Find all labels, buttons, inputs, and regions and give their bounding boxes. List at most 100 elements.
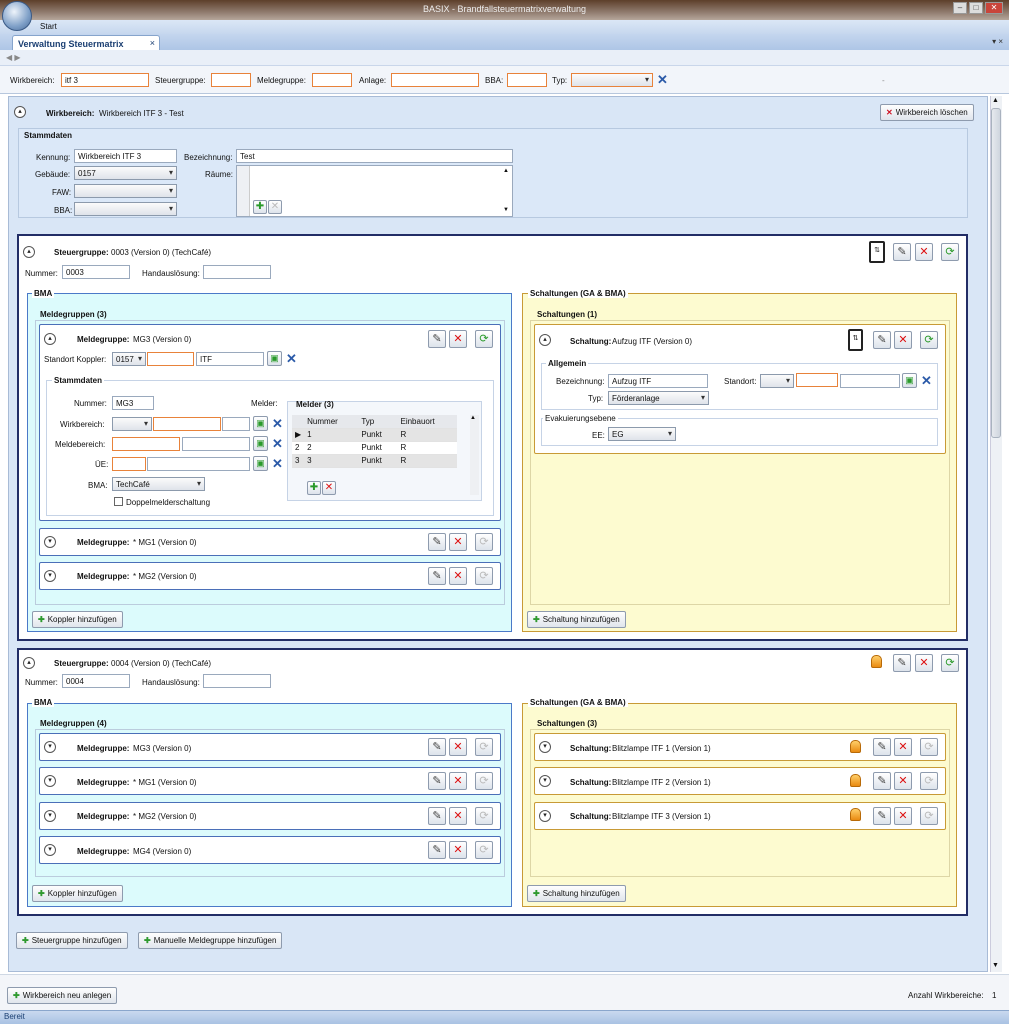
collapse-schaltung-icon[interactable]: ▴ (539, 334, 551, 346)
sg2-schaltung-button[interactable]: ✚ Schaltung hinzufügen (527, 885, 626, 902)
filter-bba-input[interactable] (507, 73, 547, 87)
mg3-ue-pick-icon[interactable]: ▣ (253, 456, 268, 471)
standort-koppler-input[interactable] (147, 352, 194, 366)
expand-mg1-icon[interactable]: ▾ (44, 536, 56, 548)
table-row[interactable]: 3 3 Punkt R (292, 454, 457, 468)
add-melder-icon[interactable]: ✚ (307, 481, 321, 495)
mg2-delete-button[interactable]: ✕ (449, 567, 467, 585)
application-orb-button[interactable] (2, 1, 32, 31)
mg2-refresh-button[interactable]: ⟳ (475, 567, 493, 585)
remove-melder-icon[interactable]: ✕ (322, 481, 336, 495)
collapse-wirkbereich-icon[interactable]: ▴ (14, 106, 26, 118)
schaltung-refresh-button[interactable]: ⟳ (920, 331, 938, 349)
schaltung-delete-button[interactable]: ✕ (894, 331, 912, 349)
bba-select[interactable] (74, 202, 177, 216)
sg2-mg4-refresh-button[interactable]: ⟳ (475, 841, 493, 859)
sg1-hand-input[interactable] (203, 265, 271, 279)
mg3-wirkbereich-pick-icon[interactable]: ▣ (253, 416, 268, 431)
mg3-wirkbereich-text[interactable] (222, 417, 250, 431)
mg2-edit-button[interactable]: ✎ (428, 567, 446, 585)
sg2-mg2-edit-button[interactable]: ✎ (428, 807, 446, 825)
collapse-steuergruppe-icon[interactable]: ▴ (23, 246, 35, 258)
schaltung-typ-select[interactable]: Förderanlage (608, 391, 709, 405)
mg3-meldebereich-input[interactable] (112, 437, 180, 451)
doppel-checkbox[interactable] (114, 497, 123, 506)
mg3-edit-button[interactable]: ✎ (428, 330, 446, 348)
schaltung-edit-button[interactable]: ✎ (873, 331, 891, 349)
table-row[interactable]: 2 2 Punkt R (292, 441, 457, 455)
mg3-wirkbereich-select[interactable] (112, 417, 152, 431)
collapse-steuergruppe2-icon[interactable]: ▴ (23, 657, 35, 669)
sg2-koppler-button[interactable]: ✚ Koppler hinzufügen (32, 885, 123, 902)
mg3-nummer-input[interactable]: MG3 (112, 396, 154, 410)
mg3-ue-text[interactable] (147, 457, 250, 471)
remove-raum-icon[interactable]: ✕ (268, 200, 282, 214)
sg2-mg3-edit-button[interactable]: ✎ (428, 738, 446, 756)
filter-meldegruppe-input[interactable] (312, 73, 352, 87)
filter-typ-select[interactable] (571, 73, 653, 87)
menu-start[interactable]: Start (40, 22, 57, 31)
expand-blitz3-icon[interactable]: ▾ (539, 810, 551, 822)
sg2-mg3-refresh-button[interactable]: ⟳ (475, 738, 493, 756)
sg2-mg2-delete-button[interactable]: ✕ (449, 807, 467, 825)
sg2-mg1-refresh-button[interactable]: ⟳ (475, 772, 493, 790)
mg3-delete-button[interactable]: ✕ (449, 330, 467, 348)
blitz1-refresh-button[interactable]: ⟳ (920, 738, 938, 756)
mg1-delete-button[interactable]: ✕ (449, 533, 467, 551)
mg3-ue-input[interactable] (112, 457, 146, 471)
blitz2-delete-button[interactable]: ✕ (894, 772, 912, 790)
expand-sg2-mg3-icon[interactable]: ▾ (44, 741, 56, 753)
sg2-refresh-button[interactable]: ⟳ (941, 654, 959, 672)
mg3-wirkbereich-clear-icon[interactable]: ✕ (272, 417, 283, 430)
sg2-nummer-input[interactable]: 0004 (62, 674, 130, 688)
sg2-mg2-refresh-button[interactable]: ⟳ (475, 807, 493, 825)
clear-filter-icon[interactable]: ✕ (657, 73, 668, 86)
blitz2-refresh-button[interactable]: ⟳ (920, 772, 938, 790)
kennung-input[interactable]: Wirkbereich ITF 3 (74, 149, 177, 163)
filter-wirkbereich-input[interactable]: itf 3 (61, 73, 149, 87)
mg3-wirkbereich-input[interactable] (153, 417, 221, 431)
scrollbar-thumb[interactable] (991, 108, 1001, 438)
mg3-refresh-button[interactable]: ⟳ (475, 330, 493, 348)
schaltung-standort-pick-icon[interactable]: ▣ (902, 373, 917, 388)
schaltung-standort-clear-icon[interactable]: ✕ (921, 374, 932, 387)
add-raum-icon[interactable]: ✚ (253, 200, 267, 214)
tab-menu-icon[interactable]: ▾ × (992, 37, 1003, 46)
sg2-mg3-delete-button[interactable]: ✕ (449, 738, 467, 756)
blitz3-edit-button[interactable]: ✎ (873, 807, 891, 825)
wirkbereich-neu-button[interactable]: ✚ Wirkbereich neu anlegen (7, 987, 118, 1004)
expand-sg2-mg2-icon[interactable]: ▾ (44, 810, 56, 822)
sg1-koppler-button[interactable]: ✚ Koppler hinzufügen (32, 611, 123, 628)
back-forward-icon[interactable]: ◀ ▶ (6, 53, 21, 62)
mg1-refresh-button[interactable]: ⟳ (475, 533, 493, 551)
raeume-scroll-down-icon[interactable]: ▼ (503, 207, 509, 213)
gebaeude-select[interactable]: 0157 (74, 166, 177, 180)
sg2-hand-input[interactable] (203, 674, 271, 688)
blitz3-refresh-button[interactable]: ⟳ (920, 807, 938, 825)
sg1-nummer-input[interactable]: 0003 (62, 265, 130, 279)
tab-verwaltung-steuermatrix[interactable]: Verwaltung Steuermatrix × (12, 35, 160, 51)
schaltung-standort-input[interactable] (796, 373, 838, 387)
expand-sg2-mg4-icon[interactable]: ▾ (44, 844, 56, 856)
blitz1-edit-button[interactable]: ✎ (873, 738, 891, 756)
minimize-icon[interactable]: – (953, 2, 967, 14)
blitz3-delete-button[interactable]: ✕ (894, 807, 912, 825)
scroll-up-icon[interactable]: ▲ (992, 97, 999, 104)
sg2-mg1-edit-button[interactable]: ✎ (428, 772, 446, 790)
schaltung-standort-select[interactable] (760, 374, 794, 388)
close-window-icon[interactable]: ✕ (985, 2, 1003, 14)
filter-anlage-input[interactable] (391, 73, 479, 87)
schaltung-bezeichnung-input[interactable]: Aufzug ITF (608, 374, 708, 388)
raeume-scroll-up-icon[interactable]: ▲ (503, 168, 509, 174)
filter-steuergruppe-input[interactable] (211, 73, 251, 87)
expand-blitz1-icon[interactable]: ▾ (539, 741, 551, 753)
expand-blitz2-icon[interactable]: ▾ (539, 775, 551, 787)
standort-koppler-text[interactable]: ITF (196, 352, 264, 366)
sg2-mg4-edit-button[interactable]: ✎ (428, 841, 446, 859)
collapse-mg3-icon[interactable]: ▴ (44, 333, 56, 345)
sg2-mg1-delete-button[interactable]: ✕ (449, 772, 467, 790)
expand-sg2-mg1-icon[interactable]: ▾ (44, 775, 56, 787)
sg1-edit-button[interactable]: ✎ (893, 243, 911, 261)
expand-mg2-icon[interactable]: ▾ (44, 570, 56, 582)
mg3-bma-select[interactable]: TechCafé (112, 477, 205, 491)
